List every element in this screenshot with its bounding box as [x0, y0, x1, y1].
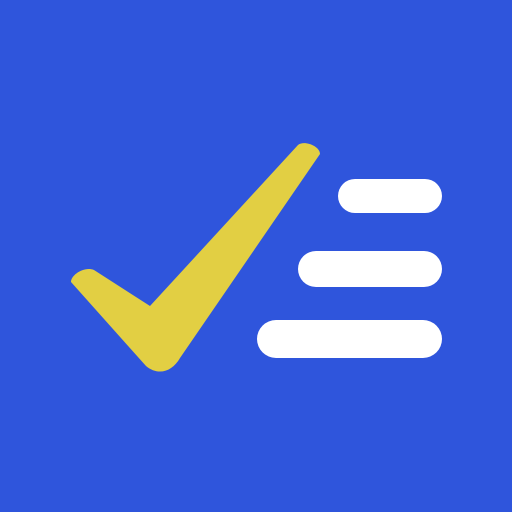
- list-line-medium: [298, 251, 442, 287]
- app-icon: [0, 0, 512, 512]
- list-line-short: [338, 179, 442, 213]
- list-line-long: [257, 320, 442, 358]
- checklist-icon: [0, 0, 512, 512]
